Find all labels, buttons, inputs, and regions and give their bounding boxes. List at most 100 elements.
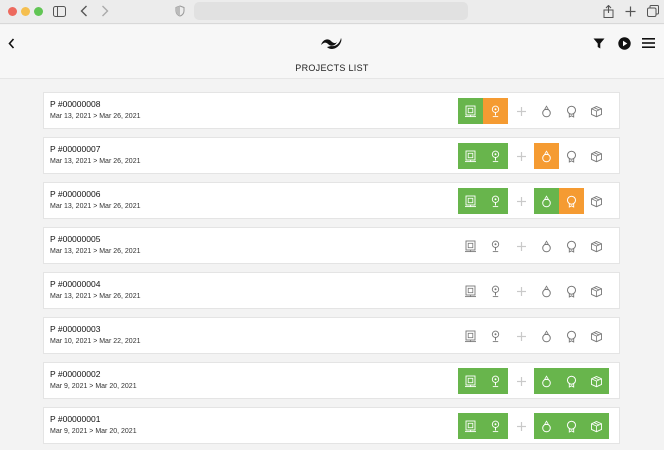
step-box-button[interactable] — [584, 143, 609, 169]
filter-icon[interactable] — [592, 37, 605, 49]
add-icon — [516, 421, 526, 431]
step-pin-button[interactable] — [483, 233, 508, 259]
step-award-button[interactable] — [559, 278, 584, 304]
project-row[interactable]: P #00000003 Mar 10, 2021 > Mar 22, 2021 — [43, 317, 620, 354]
step-ring-button[interactable] — [534, 98, 559, 124]
project-row[interactable]: P #00000007 Mar 13, 2021 > Mar 26, 2021 — [43, 137, 620, 174]
award-icon — [567, 375, 576, 388]
project-row[interactable]: P #00000008 Mar 13, 2021 > Mar 26, 2021 — [43, 92, 620, 129]
add-step-button[interactable] — [508, 233, 534, 259]
step-ring-button[interactable] — [534, 413, 559, 439]
step-award-button[interactable] — [559, 368, 584, 394]
tabs-overview-icon[interactable] — [646, 4, 660, 18]
add-step-button[interactable] — [508, 278, 534, 304]
back-chevron-icon[interactable] — [6, 37, 16, 49]
award-icon — [567, 195, 576, 208]
address-bar[interactable] — [194, 2, 468, 20]
add-icon — [516, 331, 526, 341]
project-dates: Mar 13, 2021 > Mar 26, 2021 — [50, 158, 141, 165]
step-ring-button[interactable] — [534, 278, 559, 304]
project-row[interactable]: P #00000006 Mar 13, 2021 > Mar 26, 2021 — [43, 182, 620, 219]
step-document-button[interactable] — [458, 143, 483, 169]
step-ring-button[interactable] — [534, 368, 559, 394]
box-icon — [591, 195, 602, 207]
project-row[interactable]: P #00000001 Mar 9, 2021 > Mar 20, 2021 — [43, 407, 620, 444]
add-icon — [516, 376, 526, 386]
step-document-button[interactable] — [458, 98, 483, 124]
new-tab-plus-icon[interactable] — [623, 4, 637, 18]
share-icon[interactable] — [601, 4, 615, 18]
step-box-button[interactable] — [584, 98, 609, 124]
add-step-button[interactable] — [508, 323, 534, 349]
step-ring-button[interactable] — [534, 188, 559, 214]
step-pin-button[interactable] — [483, 278, 508, 304]
add-step-button[interactable] — [508, 143, 534, 169]
menu-icon[interactable] — [641, 37, 655, 49]
ring-icon — [542, 419, 551, 432]
step-document-button[interactable] — [458, 323, 483, 349]
project-row[interactable]: P #00000002 Mar 9, 2021 > Mar 20, 2021 — [43, 362, 620, 399]
back-arrow-icon[interactable] — [77, 4, 91, 18]
shield-icon — [173, 4, 187, 18]
add-icon — [516, 151, 526, 161]
step-award-button[interactable] — [559, 413, 584, 439]
pin-icon — [491, 285, 500, 297]
step-box-button[interactable] — [584, 233, 609, 259]
step-ring-button[interactable] — [534, 233, 559, 259]
play-icon[interactable] — [617, 36, 631, 50]
project-steps — [458, 323, 609, 349]
award-icon — [567, 420, 576, 433]
step-document-button[interactable] — [458, 413, 483, 439]
forward-arrow-icon[interactable] — [98, 4, 112, 18]
add-step-button[interactable] — [508, 188, 534, 214]
step-pin-button[interactable] — [483, 413, 508, 439]
ring-icon — [542, 104, 551, 117]
project-row[interactable]: P #00000005 Mar 13, 2021 > Mar 26, 2021 — [43, 227, 620, 264]
box-icon — [591, 420, 602, 432]
close-window-button[interactable] — [8, 7, 17, 16]
minimize-window-button[interactable] — [21, 7, 30, 16]
step-document-button[interactable] — [458, 233, 483, 259]
step-award-button[interactable] — [559, 98, 584, 124]
ring-icon — [542, 239, 551, 252]
sidebar-icon[interactable] — [52, 4, 66, 18]
step-pin-button[interactable] — [483, 323, 508, 349]
step-pin-button[interactable] — [483, 368, 508, 394]
add-icon — [516, 241, 526, 251]
project-row[interactable]: P #00000004 Mar 13, 2021 > Mar 26, 2021 — [43, 272, 620, 309]
step-award-button[interactable] — [559, 233, 584, 259]
add-step-button[interactable] — [508, 368, 534, 394]
ring-icon — [542, 149, 551, 162]
step-award-button[interactable] — [559, 323, 584, 349]
step-document-button[interactable] — [458, 278, 483, 304]
add-step-button[interactable] — [508, 98, 534, 124]
brand-logo-icon — [318, 34, 344, 52]
project-steps — [458, 188, 609, 214]
step-pin-button[interactable] — [483, 188, 508, 214]
step-pin-button[interactable] — [483, 143, 508, 169]
step-box-button[interactable] — [584, 413, 609, 439]
step-award-button[interactable] — [559, 188, 584, 214]
ring-icon — [542, 329, 551, 342]
add-step-button[interactable] — [508, 413, 534, 439]
ring-icon — [542, 194, 551, 207]
step-box-button[interactable] — [584, 278, 609, 304]
document-icon — [465, 105, 476, 117]
step-box-button[interactable] — [584, 323, 609, 349]
step-box-button[interactable] — [584, 188, 609, 214]
box-icon — [591, 150, 602, 162]
project-steps — [458, 143, 609, 169]
project-steps — [458, 413, 609, 439]
box-icon — [591, 240, 602, 252]
project-title: P #00000001 — [50, 414, 101, 424]
step-award-button[interactable] — [559, 143, 584, 169]
step-box-button[interactable] — [584, 368, 609, 394]
box-icon — [591, 105, 602, 117]
step-ring-button[interactable] — [534, 323, 559, 349]
step-document-button[interactable] — [458, 368, 483, 394]
step-ring-button[interactable] — [534, 143, 559, 169]
step-document-button[interactable] — [458, 188, 483, 214]
step-pin-button[interactable] — [483, 98, 508, 124]
project-title: P #00000002 — [50, 369, 101, 379]
maximize-window-button[interactable] — [34, 7, 43, 16]
